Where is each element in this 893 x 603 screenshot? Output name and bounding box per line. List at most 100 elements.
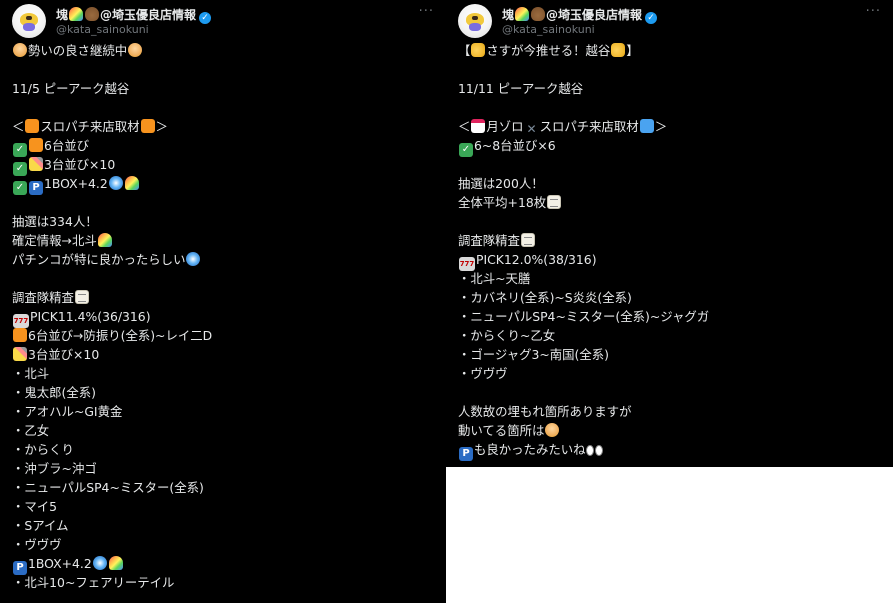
tweet-line: ＜ スロパチ来店取材 ＞ <box>12 117 438 136</box>
tweet-line: ・北斗 <box>12 364 438 383</box>
line-text: ＜ <box>12 119 25 134</box>
author-name-suffix: @埼玉優良店情報 <box>546 8 643 22</box>
tweet-line: 抽選は334人！ <box>12 212 438 231</box>
rainbow-icon <box>515 7 530 21</box>
line-text: 全体平均+18枚 <box>458 195 547 210</box>
blue-square-icon <box>639 119 654 133</box>
author-name[interactable]: 塊 @埼玉優良店情報 ✓ <box>56 6 212 24</box>
tweet-line: ・からくり~乙女 <box>458 326 885 345</box>
line-text: ・北斗10~フェアリーテイル <box>12 575 175 590</box>
more-options-icon[interactable]: ··· <box>866 4 881 19</box>
line-text: ・沖ブラ~沖ゴ <box>12 461 97 476</box>
line-text: 6~8台並び×6 <box>474 138 556 153</box>
line-text: ・カバネリ(全系)~S炎炎(全系) <box>458 290 632 305</box>
line-text: 確定情報→北斗 <box>12 233 97 248</box>
tweet-line: 【さすが今推せる！越谷】 <box>458 41 885 60</box>
tweet-line: 人数故の埋もれ箇所ありますが <box>458 402 885 421</box>
line-text: 6台並び <box>44 138 90 153</box>
tweet-card-left: 塊 @埼玉優良店情報 ✓ @kata_sainokuni ··· 勢いの良さ継続中 1… <box>0 0 446 603</box>
tweet-line: ・乙女 <box>12 421 438 440</box>
line-text: ・ヴヴヴ <box>12 537 62 552</box>
tweet-line: ・ヴヴヴ <box>12 535 438 554</box>
line-text: 抽選は200人！ <box>458 176 544 191</box>
line-text: PICK12.0%(38/316) <box>476 252 597 267</box>
verified-badge-icon: ✓ <box>199 12 212 24</box>
line-text: ＞ <box>654 119 668 134</box>
avatar[interactable] <box>458 4 492 38</box>
line-text: ・ニューパルSP4~ミスター(全系) <box>12 480 204 495</box>
tweet-line: ・ヴヴヴ <box>458 364 885 383</box>
line-text: 3台並び×10 <box>44 157 116 172</box>
rainbow-icon <box>97 233 112 247</box>
tweet-line: ・ニューパルSP4~ミスター(全系)~ジャグガ <box>458 307 885 326</box>
tweet-line: 6台並び→防振り(全系)~レイ二D <box>12 326 438 345</box>
tweet-line: ・カバネリ(全系)~S炎炎(全系) <box>458 288 885 307</box>
eyes-icon <box>594 445 603 456</box>
pencil-icon <box>13 347 27 361</box>
more-options-icon[interactable]: ··· <box>419 4 434 19</box>
tweet-line: P も良かったみたいね <box>458 440 885 461</box>
tweet-line: ・北斗~天膳 <box>458 269 885 288</box>
tweet-line: ✓ 6~8台並び×6 <box>458 136 885 157</box>
line-text: さすが今推せる！越谷 <box>486 43 611 58</box>
tweet-line: ・からくり <box>12 440 438 459</box>
face-emoji-icon <box>545 423 560 437</box>
tweet-line: 抽選は200人！ <box>458 174 885 193</box>
tweet-card-right: 塊 @埼玉優良店情報 ✓ @kata_sainokuni ··· 【さすが今推せる！… <box>446 0 893 467</box>
line-text: ・ニューパルSP4~ミスター(全系)~ジャグガ <box>458 309 710 324</box>
tweet-line: ・ニューパルSP4~ミスター(全系) <box>12 478 438 497</box>
line-text: 3台並び×10 <box>28 347 100 362</box>
line-text: 調査隊精査 <box>458 233 520 248</box>
calendar-icon <box>471 119 486 133</box>
author-name-text: 塊 <box>502 8 515 22</box>
verified-badge-icon: ✓ <box>645 12 658 24</box>
tweet-line: ・マイ5 <box>12 497 438 516</box>
check-mark-icon: ✓ <box>13 181 27 195</box>
swirl-icon <box>186 252 201 266</box>
line-text: 】 <box>626 43 639 58</box>
line-text: 6台並び→防振り(全系)~レイ二D <box>28 328 213 343</box>
tweet-line: ・鬼太郎(全系) <box>12 383 438 402</box>
tweet-text: 【さすが今推せる！越谷】 11/11 ピーアーク越谷 ＜ 月ゾロ ✕ スロパチ来店取材 ＞ ✓… <box>458 41 885 461</box>
orange-square-icon <box>29 138 43 152</box>
pencil-icon <box>29 157 43 171</box>
tweet-line: 勢いの良さ継続中 <box>12 41 438 60</box>
tweet-line: 動いてる箇所は <box>458 421 885 440</box>
line-text: ・ヴヴヴ <box>458 366 508 381</box>
line-text: ・からくり <box>12 442 74 457</box>
tweet-line: 11/11 ピーアーク越谷 <box>458 79 885 98</box>
rainbow-icon <box>124 176 139 190</box>
tweet-line: ＜ 月ゾロ ✕ スロパチ来店取材 ＞ <box>458 117 885 136</box>
tweet-line: 777 PICK12.0%(38/316) <box>458 250 885 271</box>
line-text: ・マイ5 <box>12 499 58 514</box>
line-text: PICK11.4%(36/316) <box>30 309 151 324</box>
swirl-icon <box>108 176 123 190</box>
face-emoji-icon <box>128 43 143 57</box>
tweet-line: ・Sアイム <box>12 516 438 535</box>
orange-square-icon <box>140 119 155 133</box>
avatar[interactable] <box>12 4 46 38</box>
poo-icon <box>531 7 546 21</box>
line-text: 1BOX+4.2 <box>28 556 92 571</box>
author-handle[interactable]: @kata_sainokuni <box>502 23 595 36</box>
author-name[interactable]: 塊 @埼玉優良店情報 ✓ <box>502 6 658 24</box>
line-text: ・アオハル~GI黄金 <box>12 404 123 419</box>
line-text: ・乙女 <box>12 423 50 438</box>
line-text: スロパチ来店取材 <box>40 119 140 134</box>
face-emoji-icon <box>13 43 27 57</box>
line-text: ＜ <box>458 119 471 134</box>
tweet-header: 塊 @埼玉優良店情報 ✓ @kata_sainokuni ··· <box>458 4 881 40</box>
check-mark-icon: ✓ <box>459 143 473 157</box>
tweet-line: ・沖ブラ~沖ゴ <box>12 459 438 478</box>
swirl-icon <box>92 556 107 570</box>
line-text: ・北斗~天膳 <box>458 271 531 286</box>
author-handle[interactable]: @kata_sainokuni <box>56 23 149 36</box>
tweet-line: ・北斗10~フェアリーテイル <box>12 573 438 592</box>
